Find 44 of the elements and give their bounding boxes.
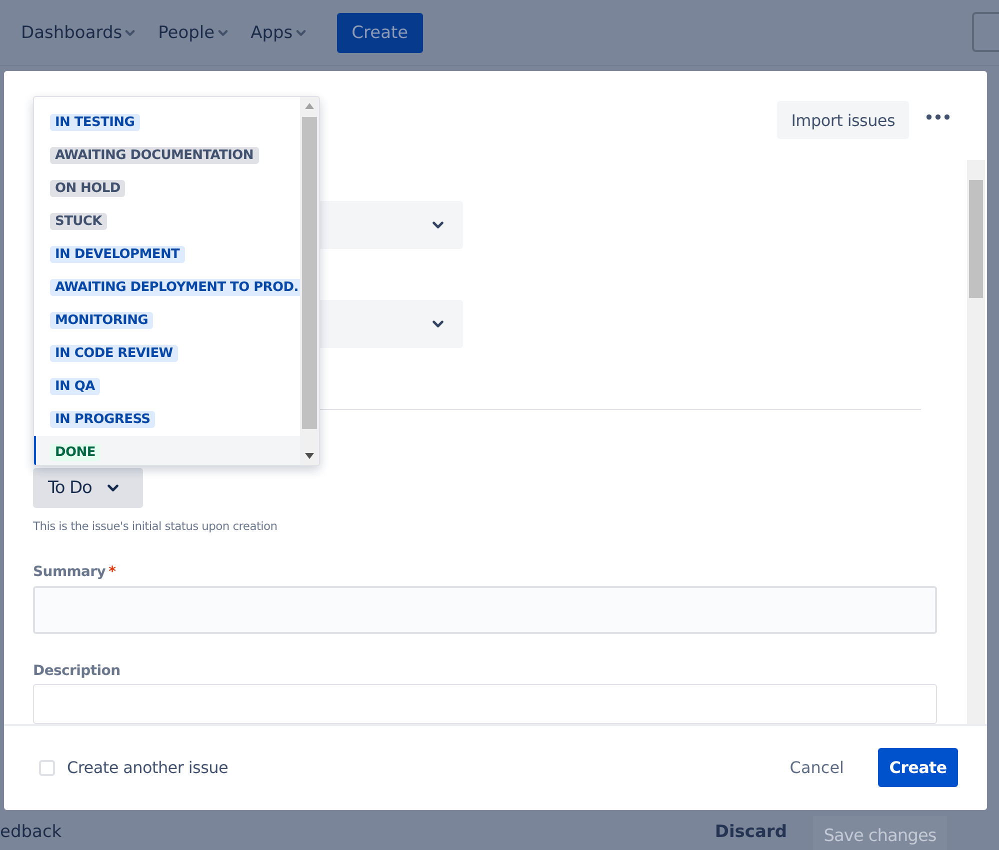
status-option[interactable]: IN CODE REVIEW	[34, 337, 300, 370]
status-option[interactable]: IN PROGRESS	[34, 403, 300, 436]
nav-menu-item[interactable]: Dashboards	[21, 22, 136, 42]
import-issues-button[interactable]: Import issues	[777, 101, 909, 139]
scroll-up-icon[interactable]	[305, 103, 314, 109]
status-help-text: This is the issue's initial status upon creation	[33, 518, 278, 533]
status-lozenge: AWAITING DOCUMENTATION	[50, 147, 258, 164]
create-button[interactable]: Create	[336, 12, 424, 52]
required-mark: *	[108, 564, 116, 580]
status-lozenge: IN CODE REVIEW	[50, 345, 178, 362]
status-option[interactable]: IN TESTING	[34, 106, 300, 139]
description-editor[interactable]	[33, 684, 937, 724]
checkbox[interactable]	[39, 760, 55, 776]
status-option[interactable]: DONE	[34, 436, 300, 465]
status-option[interactable]: IN QA	[34, 370, 300, 403]
summary-label: Summary	[33, 564, 106, 580]
status-lozenge: ON HOLD	[50, 180, 126, 197]
status-lozenge: MONITORING	[50, 312, 154, 329]
discard-button[interactable]: Discard	[714, 822, 787, 842]
status-option[interactable]: MONITORING	[34, 304, 300, 337]
create-another-label: Create another issue	[67, 758, 228, 778]
scrollbar[interactable]	[300, 97, 319, 465]
create-button[interactable]: Create	[878, 748, 958, 788]
status-lozenge: DONE	[50, 444, 100, 461]
summary-input[interactable]	[33, 586, 937, 634]
status-lozenge: IN PROGRESS	[50, 411, 156, 428]
status-dropdown-menu[interactable]: IN TESTING AWAITING DOCUMENTATION ON HOLD STUCK IN DEVELOPMENT AWAITING DEPLOYMENT TO PROD. MONITORING IN CODE REVIEW IN QA IN PROGRESS DONE	[33, 96, 320, 466]
status-lozenge: IN TESTING	[50, 114, 140, 131]
status-option[interactable]: AWAITING DOCUMENTATION	[34, 139, 300, 172]
nav-menu-item[interactable]: People	[158, 22, 229, 42]
status-option[interactable]: STUCK	[34, 205, 300, 238]
more-icon[interactable]	[926, 114, 950, 120]
feedback-link[interactable]: edback	[0, 822, 62, 842]
cancel-button[interactable]: Cancel	[776, 750, 858, 786]
nav-menu-item[interactable]: Apps	[250, 22, 307, 42]
scrollbar[interactable]	[967, 160, 985, 724]
status-lozenge: IN DEVELOPMENT	[50, 246, 185, 263]
status-lozenge: STUCK	[50, 213, 107, 230]
scroll-down-icon[interactable]	[305, 453, 314, 459]
description-label: Description	[33, 662, 120, 679]
status-option[interactable]: IN DEVELOPMENT	[34, 238, 300, 271]
status-option[interactable]: ON HOLD	[34, 172, 300, 205]
status-button[interactable]: To Do	[33, 468, 143, 508]
status-lozenge: IN QA	[50, 378, 100, 395]
